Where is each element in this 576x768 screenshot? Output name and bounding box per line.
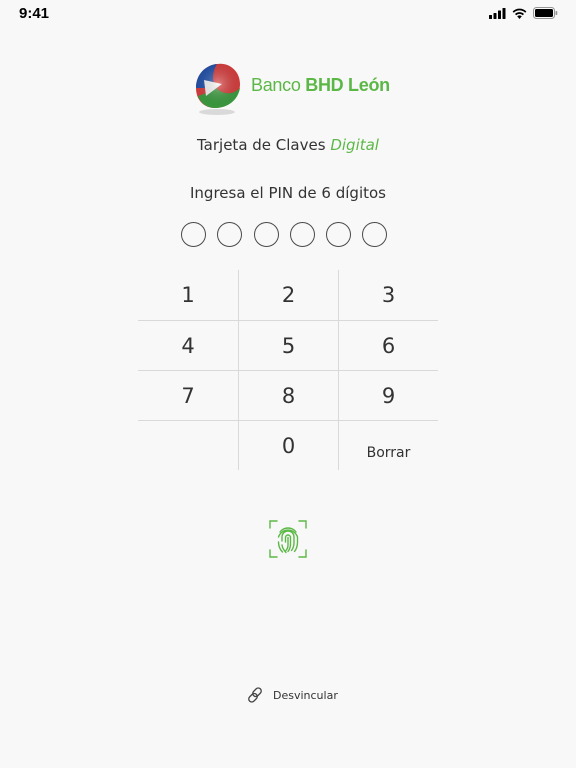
keypad-key-7[interactable]: 7	[138, 370, 238, 420]
pin-prompt: Ingresa el PIN de 6 dígitos	[190, 184, 386, 202]
pin-indicator	[181, 222, 388, 247]
keypad-key-0[interactable]: 0	[238, 420, 338, 470]
link-icon	[248, 687, 262, 703]
pin-dot-5	[326, 222, 352, 247]
keypad-key-5[interactable]: 5	[238, 320, 338, 370]
unlink-button[interactable]: Desvincular	[246, 686, 338, 704]
unlink-label: Desvincular	[273, 688, 338, 702]
bank-logo-icon	[196, 63, 240, 115]
keypad-key-empty	[138, 420, 238, 470]
battery-icon	[533, 7, 558, 19]
pin-dot-4	[289, 222, 315, 247]
pin-dot-3	[253, 222, 279, 247]
status-time: 9:41	[19, 5, 50, 22]
keypad-key-3[interactable]: 3	[338, 270, 438, 320]
status-icons	[489, 7, 558, 19]
status-bar: 9:41	[0, 0, 576, 28]
pin-keypad: 1 2 3 4 5 6 7 8 9 0 Borrar	[138, 270, 438, 470]
app-title-accent: Digital	[330, 136, 379, 154]
app-title: Tarjeta de Claves Digital	[197, 136, 379, 154]
keypad-delete-button[interactable]: Borrar	[338, 420, 438, 470]
keypad-key-6[interactable]: 6	[338, 320, 438, 370]
pin-dot-6	[362, 222, 388, 247]
pin-dot-2	[217, 222, 243, 247]
keypad-key-4[interactable]: 4	[138, 320, 238, 370]
fingerprint-icon	[269, 520, 307, 558]
cellular-signal-icon	[489, 7, 506, 19]
pin-dot-1	[181, 222, 206, 247]
bank-logo: Banco BHD León	[192, 58, 402, 118]
fingerprint-button[interactable]	[269, 520, 307, 558]
wifi-icon	[512, 8, 527, 19]
keypad-key-2[interactable]: 2	[238, 270, 338, 320]
keypad-key-8[interactable]: 8	[238, 370, 338, 420]
keypad-key-9[interactable]: 9	[338, 370, 438, 420]
bank-name: Banco BHD León	[251, 75, 390, 95]
keypad-key-1[interactable]: 1	[138, 270, 238, 320]
